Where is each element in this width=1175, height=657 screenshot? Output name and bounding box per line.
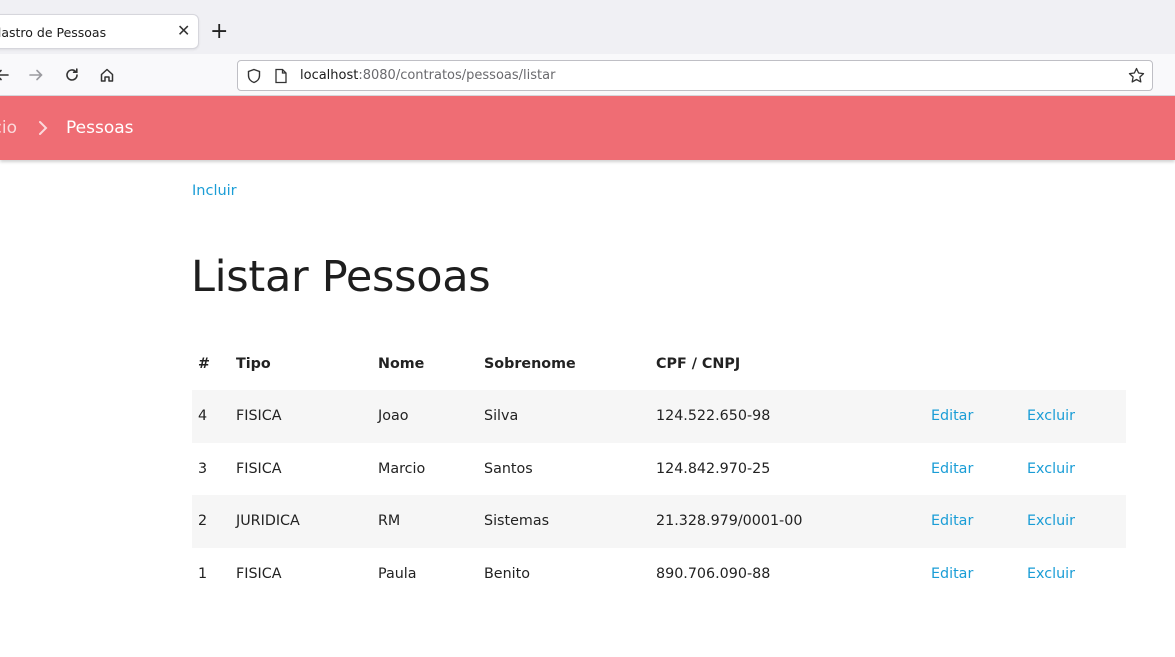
- plus-icon[interactable]: +: [210, 21, 228, 43]
- home-icon[interactable]: [95, 63, 119, 87]
- delete-link[interactable]: Excluir: [1027, 408, 1075, 424]
- browser-tab-strip: Cadastro de Pessoas ✕ +: [0, 0, 1175, 54]
- chevron-right-icon: [37, 118, 49, 142]
- cell-cpf-cnpj: 124.522.650-98: [656, 408, 771, 425]
- delete-link[interactable]: Excluir: [1027, 461, 1075, 477]
- edit-link[interactable]: Editar: [931, 461, 973, 477]
- table-row: 3 FISICA Marcio Santos 124.842.970-25 Ed…: [192, 443, 1126, 496]
- cell-nome: RM: [378, 513, 401, 530]
- cell-id: 1: [198, 565, 208, 582]
- cell-nome: Paula: [378, 565, 417, 582]
- cell-tipo: FISICA: [236, 565, 282, 582]
- page-title: Listar Pessoas: [191, 252, 491, 302]
- star-icon[interactable]: [1128, 67, 1145, 88]
- edit-link[interactable]: Editar: [931, 566, 973, 582]
- cell-nome: Joao: [378, 408, 409, 425]
- cell-sobrenome: Sistemas: [484, 513, 550, 530]
- shield-icon[interactable]: [246, 68, 262, 88]
- cell-id: 2: [198, 513, 208, 530]
- edit-link[interactable]: Editar: [931, 513, 973, 529]
- back-arrow-icon[interactable]: [0, 63, 14, 87]
- column-header-tipo: Tipo: [236, 356, 271, 372]
- url-host: localhost: [300, 68, 359, 83]
- pessoas-table: # Tipo Nome Sobrenome CPF / CNPJ 4 FISIC…: [192, 338, 1126, 600]
- delete-link[interactable]: Excluir: [1027, 513, 1075, 529]
- table-row: 2 JURIDICA RM Sistemas 21.328.979/0001-0…: [192, 495, 1126, 548]
- cell-id: 3: [198, 460, 208, 477]
- cell-id: 4: [198, 408, 208, 425]
- incluir-link[interactable]: Incluir: [192, 183, 237, 199]
- column-header-id: #: [198, 356, 210, 372]
- url-bar[interactable]: localhost:8080/contratos/pessoas/listar: [237, 60, 1153, 91]
- column-header-nome: Nome: [378, 356, 425, 372]
- delete-link[interactable]: Excluir: [1027, 566, 1075, 582]
- cell-cpf-cnpj: 21.328.979/0001-00: [656, 513, 803, 530]
- cell-cpf-cnpj: 890.706.090-88: [656, 565, 771, 582]
- table-header-row: # Tipo Nome Sobrenome CPF / CNPJ: [192, 338, 1126, 390]
- cell-nome: Marcio: [378, 460, 426, 477]
- tab-title: Cadastro de Pessoas: [0, 25, 107, 40]
- url-text[interactable]: localhost:8080/contratos/pessoas/listar: [300, 68, 555, 83]
- cell-tipo: FISICA: [236, 408, 282, 425]
- table-row: 1 FISICA Paula Benito 890.706.090-88 Edi…: [192, 548, 1126, 601]
- browser-nav-bar: localhost:8080/contratos/pessoas/listar: [0, 54, 1175, 96]
- table-row: 4 FISICA Joao Silva 124.522.650-98 Edita…: [192, 390, 1126, 443]
- app-header: Início Pessoas: [0, 96, 1175, 160]
- cell-sobrenome: Santos: [484, 460, 533, 477]
- column-header-sobrenome: Sobrenome: [484, 356, 576, 372]
- cell-tipo: FISICA: [236, 460, 282, 477]
- cell-sobrenome: Silva: [484, 408, 519, 425]
- reload-icon[interactable]: [60, 63, 84, 87]
- breadcrumb-home-link[interactable]: Início: [0, 118, 17, 138]
- edit-link[interactable]: Editar: [931, 408, 973, 424]
- cell-sobrenome: Benito: [484, 565, 530, 582]
- browser-tab[interactable]: Cadastro de Pessoas ✕: [0, 14, 199, 49]
- close-icon[interactable]: ✕: [177, 22, 190, 40]
- cell-cpf-cnpj: 124.842.970-25: [656, 460, 771, 477]
- breadcrumb-current: Pessoas: [66, 118, 134, 138]
- column-header-cpf-cnpj: CPF / CNPJ: [656, 356, 741, 372]
- forward-arrow-icon[interactable]: [24, 63, 48, 87]
- url-path: :8080/contratos/pessoas/listar: [358, 68, 556, 83]
- cell-tipo: JURIDICA: [236, 513, 300, 530]
- page-icon: [274, 68, 288, 88]
